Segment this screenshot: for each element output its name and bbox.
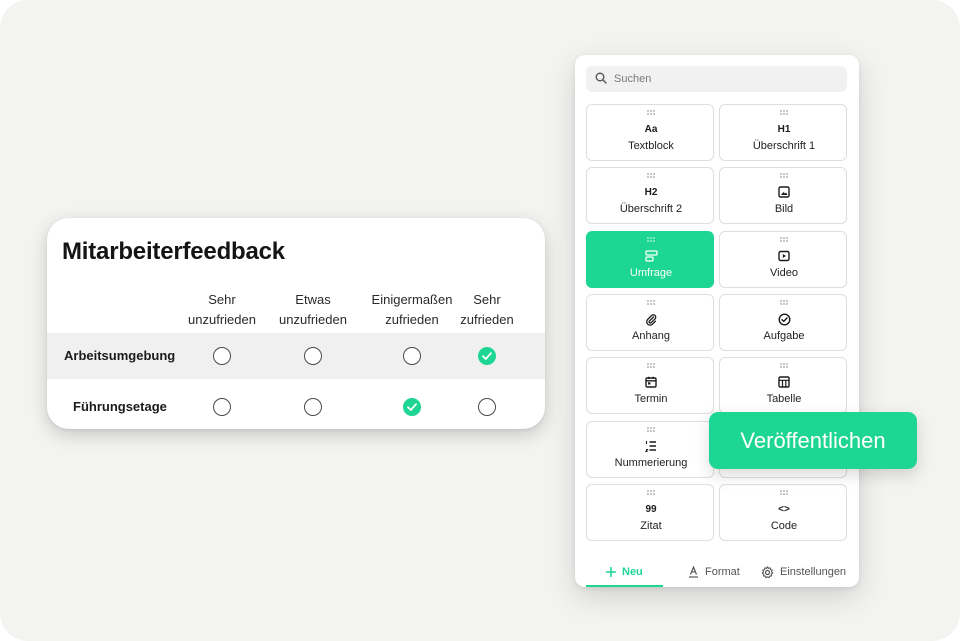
- survey-row-work-environment: Arbeitsumgebung: [47, 333, 545, 379]
- block-attachment[interactable]: Anhang: [586, 294, 714, 351]
- text-aa-icon: Aa: [644, 123, 658, 135]
- heading-1-icon: H1: [777, 123, 791, 135]
- drag-handle-icon[interactable]: [647, 490, 655, 495]
- block-label: Code: [770, 520, 798, 532]
- calendar-icon: [644, 375, 658, 389]
- block-numbering[interactable]: Nummerierung: [586, 421, 714, 478]
- search-input[interactable]: [614, 66, 839, 92]
- survey-card: Mitarbeiterfeedback Sehr unzufrieden Etw…: [47, 218, 545, 429]
- radio-option[interactable]: [213, 398, 231, 416]
- heading-2-icon: H2: [644, 186, 658, 198]
- video-icon: [777, 249, 791, 263]
- quote-icon: 99: [645, 503, 657, 515]
- column-header-somewhat-unsatisfied: Etwas unzufrieden: [279, 292, 347, 327]
- radio-option-selected[interactable]: [403, 398, 421, 416]
- drag-handle-icon[interactable]: [647, 237, 655, 242]
- block-quote[interactable]: 99 Zitat: [586, 484, 714, 541]
- plus-icon: [606, 567, 616, 577]
- block-table[interactable]: Tabelle: [719, 357, 847, 414]
- checkmark-icon: [482, 352, 492, 360]
- tab-format[interactable]: Format: [688, 563, 740, 581]
- block-label: Video: [770, 267, 798, 279]
- radio-option[interactable]: [304, 398, 322, 416]
- tab-settings[interactable]: Einstellungen: [761, 563, 846, 581]
- block-label: Termin: [634, 393, 668, 405]
- block-poll-active[interactable]: Umfrage: [586, 231, 714, 288]
- block-video[interactable]: Video: [719, 231, 847, 288]
- block-label: Zitat: [640, 520, 662, 532]
- block-label: Textblock: [628, 140, 674, 152]
- block-picker-panel: Aa Textblock H1 Überschrift 1 H2 Übersch…: [575, 55, 859, 587]
- drag-handle-icon[interactable]: [780, 237, 788, 242]
- checkmark-icon: [407, 403, 417, 411]
- paperclip-icon: [644, 312, 658, 326]
- block-label: Umfrage: [629, 267, 673, 279]
- drag-handle-icon[interactable]: [780, 363, 788, 368]
- publish-button[interactable]: Veröffentlichen: [709, 412, 917, 469]
- panel-tab-bar: Neu Format Einstellungen: [575, 555, 859, 587]
- block-heading-2[interactable]: H2 Überschrift 2: [586, 167, 714, 224]
- gear-icon: [761, 565, 774, 578]
- row-label: Arbeitsumgebung: [64, 348, 176, 363]
- block-code[interactable]: <> Code: [719, 484, 847, 541]
- check-circle-icon: [777, 312, 791, 326]
- drag-handle-icon[interactable]: [647, 363, 655, 368]
- active-tab-indicator: [586, 585, 663, 587]
- block-label: Anhang: [632, 330, 670, 342]
- survey-title: Mitarbeiterfeedback: [62, 238, 285, 265]
- radio-option[interactable]: [478, 398, 496, 416]
- column-header-very-satisfied: Sehr zufrieden: [460, 292, 514, 327]
- poll-icon: [644, 249, 658, 263]
- code-icon: <>: [778, 503, 790, 515]
- drag-handle-icon[interactable]: [647, 300, 655, 305]
- drag-handle-icon[interactable]: [647, 173, 655, 178]
- drag-handle-icon[interactable]: [780, 300, 788, 305]
- block-image[interactable]: Bild: [719, 167, 847, 224]
- search-box[interactable]: [586, 66, 847, 92]
- radio-option[interactable]: [403, 347, 421, 365]
- drag-handle-icon[interactable]: [780, 173, 788, 178]
- search-icon: [595, 72, 607, 84]
- drag-handle-icon[interactable]: [780, 110, 788, 115]
- numbered-list-icon: [644, 439, 658, 453]
- image-icon: [777, 185, 791, 199]
- block-heading-1[interactable]: H1 Überschrift 1: [719, 104, 847, 161]
- table-icon: [777, 375, 791, 389]
- block-label: Überschrift 2: [619, 203, 683, 215]
- block-label: Überschrift 1: [752, 140, 816, 152]
- drag-handle-icon[interactable]: [647, 110, 655, 115]
- tab-new[interactable]: Neu: [606, 563, 643, 581]
- block-label: Aufgabe: [763, 330, 805, 342]
- survey-row-management: Führungsetage: [47, 384, 545, 429]
- canvas-background: Mitarbeiterfeedback Sehr unzufrieden Etw…: [0, 0, 960, 641]
- block-appointment[interactable]: Termin: [586, 357, 714, 414]
- row-label: Führungsetage: [73, 399, 167, 414]
- block-label: Bild: [774, 203, 794, 215]
- block-task[interactable]: Aufgabe: [719, 294, 847, 351]
- radio-option[interactable]: [213, 347, 231, 365]
- drag-handle-icon[interactable]: [780, 490, 788, 495]
- block-label: Tabelle: [766, 393, 802, 405]
- drag-handle-icon[interactable]: [647, 427, 655, 432]
- block-textblock[interactable]: Aa Textblock: [586, 104, 714, 161]
- text-format-icon: [689, 566, 698, 578]
- radio-option-selected[interactable]: [478, 347, 496, 365]
- block-label: Nummerierung: [614, 457, 688, 469]
- radio-option[interactable]: [304, 347, 322, 365]
